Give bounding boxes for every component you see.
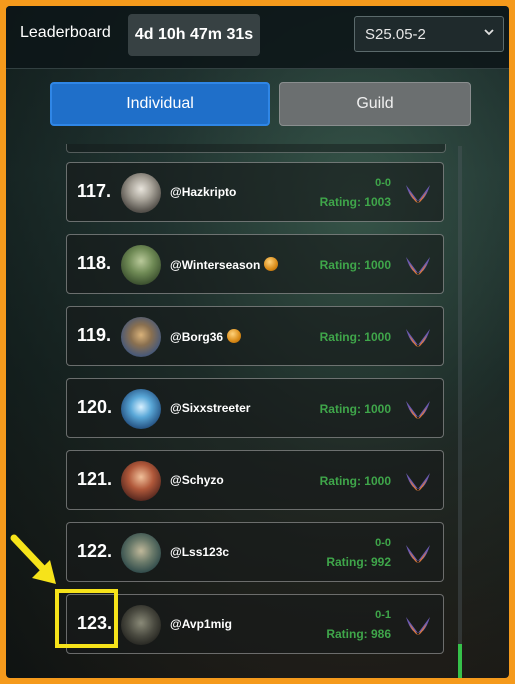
list-item[interactable]: 117. @Hazkripto 0-0 Rating: 1003: [66, 162, 444, 222]
rating: Rating: 1000: [319, 330, 391, 344]
page-title: Leaderboard: [20, 24, 111, 41]
rank-label: 118.: [77, 253, 112, 273]
rating: Rating: 992: [326, 555, 391, 569]
rank-label: 122.: [77, 541, 113, 561]
avatar: [121, 245, 161, 285]
list-item-partial: [66, 144, 446, 153]
scrollbar-track[interactable]: [458, 146, 462, 676]
tab-bar: Individual Guild: [6, 68, 509, 138]
scrollbar-thumb[interactable]: [458, 644, 462, 678]
leaderboard-panel: Leaderboard 4d 10h 47m 31s S25.05-2 Indi…: [6, 6, 509, 678]
wings-icon: [406, 185, 430, 203]
wings-icon: [406, 473, 430, 491]
tab-individual[interactable]: Individual: [50, 82, 270, 126]
username: @Lss123c: [170, 545, 230, 559]
avatar: [121, 317, 161, 357]
username: @Sixxstreeter: [170, 401, 251, 415]
rating: Rating: 1000: [319, 258, 391, 272]
username: @Hazkripto: [170, 185, 237, 199]
chevron-down-icon: [483, 25, 495, 41]
crown-icon: [227, 329, 242, 343]
arrow-icon: [10, 534, 56, 584]
list-item[interactable]: 121. @Schyzo Rating: 1000: [66, 450, 444, 510]
tab-guild[interactable]: Guild: [279, 82, 471, 126]
avatar: [121, 173, 161, 213]
season-select[interactable]: S25.05-2: [354, 16, 504, 52]
avatar: [121, 533, 161, 573]
highlight-box: [55, 589, 118, 648]
username: @Borg36: [170, 329, 242, 344]
wings-icon: [406, 545, 430, 563]
season-select-value: S25.05-2: [365, 25, 426, 43]
wings-icon: [406, 617, 430, 635]
rating: Rating: 1000: [319, 402, 391, 416]
username: @Winterseason: [170, 257, 279, 272]
wings-icon: [406, 329, 430, 347]
username: @Avp1mig: [170, 617, 232, 631]
avatar: [121, 389, 161, 429]
header-bar: Leaderboard 4d 10h 47m 31s S25.05-2: [6, 6, 509, 69]
season-timer: 4d 10h 47m 31s: [128, 14, 260, 56]
record: 0-0: [375, 177, 391, 189]
list-item[interactable]: 123. @Avp1mig 0-1 Rating: 986: [66, 594, 444, 654]
record: 0-0: [375, 537, 391, 549]
avatar: [121, 461, 161, 501]
crown-icon: [264, 257, 279, 271]
avatar: [121, 605, 161, 645]
wings-icon: [406, 401, 430, 419]
list-item[interactable]: 122. @Lss123c 0-0 Rating: 992: [66, 522, 444, 582]
username: @Schyzo: [170, 473, 224, 487]
rank-label: 119.: [77, 325, 112, 345]
list-item[interactable]: 120. @Sixxstreeter Rating: 1000: [66, 378, 444, 438]
rating: Rating: 1003: [319, 195, 391, 209]
rank-label: 121.: [77, 469, 113, 489]
rank-label: 117.: [77, 181, 112, 201]
wings-icon: [406, 257, 430, 275]
rating: Rating: 986: [326, 627, 391, 641]
rank-label: 120.: [77, 397, 113, 417]
list-item[interactable]: 118. @Winterseason Rating: 1000: [66, 234, 444, 294]
list-item[interactable]: 119. @Borg36 Rating: 1000: [66, 306, 444, 366]
record: 0-1: [375, 609, 391, 621]
rating: Rating: 1000: [319, 474, 391, 488]
